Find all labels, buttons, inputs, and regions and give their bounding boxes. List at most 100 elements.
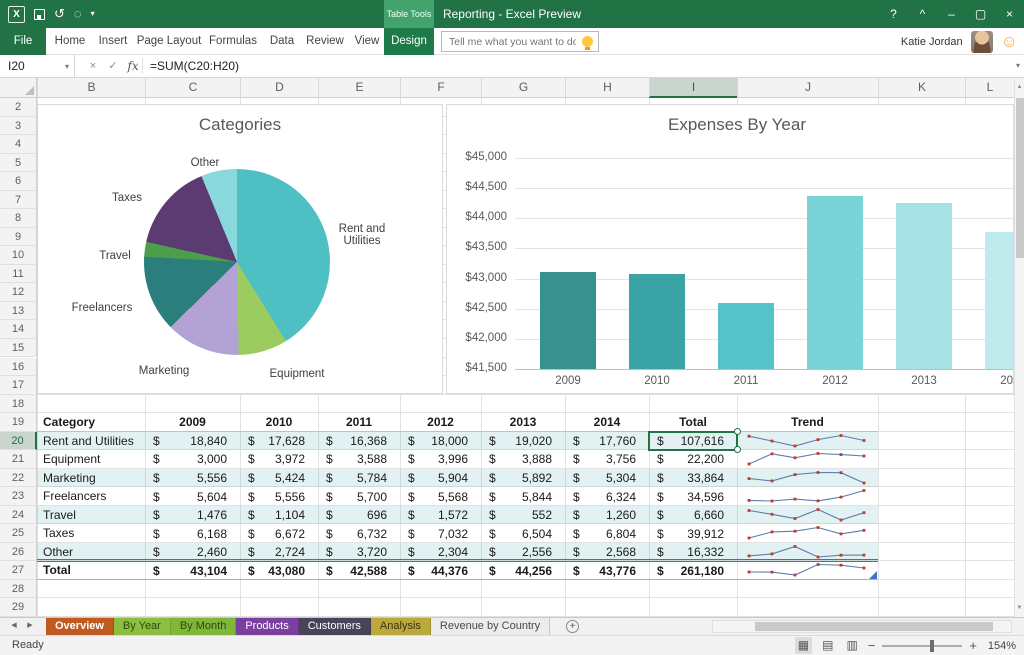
ribbon-tab-data[interactable]: Data bbox=[264, 28, 300, 55]
cell-E21[interactable]: $3,588 bbox=[318, 450, 400, 469]
sparkline-row-24[interactable] bbox=[737, 506, 878, 525]
row-header-4[interactable]: 4 bbox=[0, 135, 37, 154]
cell-B23[interactable]: Freelancers bbox=[43, 487, 145, 506]
row-header-6[interactable]: 6 bbox=[0, 172, 37, 191]
cell-H21[interactable]: $3,756 bbox=[565, 450, 649, 469]
column-header-F[interactable]: F bbox=[400, 78, 481, 98]
cell-E27[interactable]: $42,588 bbox=[318, 561, 400, 580]
cell-I26[interactable]: $16,332 bbox=[649, 543, 737, 562]
name-box-dropdown-icon[interactable]: ▾ bbox=[65, 62, 74, 71]
vertical-scrollbar-thumb[interactable] bbox=[1016, 98, 1024, 258]
ribbon-tab-file[interactable]: File bbox=[0, 28, 46, 55]
bar-chart-panel[interactable]: Expenses By Year$45,000$44,500$44,000$43… bbox=[446, 104, 1014, 394]
cancel-icon[interactable]: × bbox=[84, 55, 102, 77]
selection-handle-top-right[interactable] bbox=[734, 428, 741, 435]
row-header-2[interactable]: 2 bbox=[0, 98, 37, 117]
row-header-11[interactable]: 11 bbox=[0, 265, 37, 284]
cell-E22[interactable]: $5,784 bbox=[318, 469, 400, 488]
sheet-tab-revenue-by-country[interactable]: Revenue by Country bbox=[431, 618, 550, 635]
add-sheet-button[interactable]: + bbox=[566, 620, 579, 633]
cell-D20[interactable]: $17,628 bbox=[240, 432, 318, 451]
restore-icon[interactable]: ▢ bbox=[966, 0, 995, 28]
ribbon-tab-formulas[interactable]: Formulas bbox=[204, 28, 262, 55]
ribbon-tab-design[interactable]: Design bbox=[384, 28, 434, 55]
sparkline-row-20[interactable] bbox=[737, 432, 878, 451]
horizontal-scrollbar[interactable] bbox=[712, 620, 1012, 633]
sparkline-row-25[interactable] bbox=[737, 524, 878, 543]
cell-D24[interactable]: $1,104 bbox=[240, 506, 318, 525]
ribbon-display-options-icon[interactable]: ^ bbox=[908, 0, 937, 28]
touch-mode-icon[interactable]: ◌ bbox=[74, 0, 82, 28]
column-header-D[interactable]: D bbox=[240, 78, 318, 98]
cell-I27[interactable]: $261,180 bbox=[649, 561, 737, 580]
zoom-slider[interactable] bbox=[882, 645, 962, 647]
row-header-17[interactable]: 17 bbox=[0, 376, 37, 395]
row-header-25[interactable]: 25 bbox=[0, 524, 37, 543]
cell-D21[interactable]: $3,972 bbox=[240, 450, 318, 469]
row-header-7[interactable]: 7 bbox=[0, 191, 37, 210]
row-header-13[interactable]: 13 bbox=[0, 302, 37, 321]
cell-D25[interactable]: $6,672 bbox=[240, 524, 318, 543]
cell-D26[interactable]: $2,724 bbox=[240, 543, 318, 562]
cell-C21[interactable]: $3,000 bbox=[145, 450, 240, 469]
formula-bar-expand-icon[interactable]: ▾ bbox=[1016, 55, 1020, 77]
cell-F23[interactable]: $5,568 bbox=[400, 487, 481, 506]
zoom-level[interactable]: 154% bbox=[984, 640, 1016, 652]
cell-G21[interactable]: $3,888 bbox=[481, 450, 565, 469]
cell-F20[interactable]: $18,000 bbox=[400, 432, 481, 451]
row-header-15[interactable]: 15 bbox=[0, 339, 37, 358]
cell-F25[interactable]: $7,032 bbox=[400, 524, 481, 543]
row-header-10[interactable]: 10 bbox=[0, 246, 37, 265]
tell-me-box[interactable] bbox=[441, 31, 599, 52]
row-header-9[interactable]: 9 bbox=[0, 228, 37, 247]
cell-B21[interactable]: Equipment bbox=[43, 450, 145, 469]
cell-F22[interactable]: $5,904 bbox=[400, 469, 481, 488]
cell-C25[interactable]: $6,168 bbox=[145, 524, 240, 543]
row-header-12[interactable]: 12 bbox=[0, 283, 37, 302]
column-header-G[interactable]: G bbox=[481, 78, 565, 98]
ribbon-tab-page-layout[interactable]: Page Layout bbox=[136, 28, 202, 55]
ribbon-tab-home[interactable]: Home bbox=[50, 28, 90, 55]
formula-input[interactable]: =SUM(C20:H20) bbox=[150, 55, 239, 77]
cell-H22[interactable]: $5,304 bbox=[565, 469, 649, 488]
cell-I25[interactable]: $39,912 bbox=[649, 524, 737, 543]
cell-F21[interactable]: $3,996 bbox=[400, 450, 481, 469]
sparkline-row-21[interactable] bbox=[737, 450, 878, 469]
sheet-tab-by-month[interactable]: By Month bbox=[171, 618, 236, 635]
tell-me-input[interactable] bbox=[447, 35, 578, 49]
column-header-K[interactable]: K bbox=[878, 78, 965, 98]
ribbon-tab-insert[interactable]: Insert bbox=[92, 28, 134, 55]
horizontal-scrollbar-thumb[interactable] bbox=[755, 622, 993, 631]
cell-H23[interactable]: $6,324 bbox=[565, 487, 649, 506]
sparkline-total-row[interactable] bbox=[737, 561, 878, 580]
enter-icon[interactable]: ✓ bbox=[104, 55, 122, 77]
zoom-slider-thumb[interactable] bbox=[930, 640, 934, 652]
cell-C24[interactable]: $1,476 bbox=[145, 506, 240, 525]
normal-view-icon[interactable]: ▦ bbox=[795, 637, 812, 654]
cell-D22[interactable]: $5,424 bbox=[240, 469, 318, 488]
row-header-27[interactable]: 27 bbox=[0, 561, 37, 580]
column-header-I[interactable]: I bbox=[649, 78, 737, 98]
cell-G26[interactable]: $2,556 bbox=[481, 543, 565, 562]
scroll-down-icon[interactable]: ▼ bbox=[1015, 601, 1024, 615]
column-header-H[interactable]: H bbox=[565, 78, 649, 98]
cell-B20[interactable]: Rent and Utilities bbox=[43, 432, 145, 451]
sheet-tab-analysis[interactable]: Analysis bbox=[371, 618, 431, 635]
cell-G25[interactable]: $6,504 bbox=[481, 524, 565, 543]
sheet-nav-right-icon[interactable]: ▶ bbox=[22, 618, 38, 635]
pie-chart-panel[interactable]: CategoriesRent and UtilitiesEquipmentMar… bbox=[37, 104, 443, 394]
sparkline-row-23[interactable] bbox=[737, 487, 878, 506]
cell-H26[interactable]: $2,568 bbox=[565, 543, 649, 562]
cell-I24[interactable]: $6,660 bbox=[649, 506, 737, 525]
cell-E26[interactable]: $3,720 bbox=[318, 543, 400, 562]
zoom-in-icon[interactable]: + bbox=[969, 638, 977, 653]
smiley-feedback-icon[interactable]: ☺ bbox=[1001, 28, 1018, 55]
cell-F27[interactable]: $44,376 bbox=[400, 561, 481, 580]
user-avatar[interactable] bbox=[971, 31, 993, 53]
sheet-nav-left-icon[interactable]: ◀ bbox=[6, 618, 22, 635]
cell-D23[interactable]: $5,556 bbox=[240, 487, 318, 506]
user-name[interactable]: Katie Jordan bbox=[901, 36, 963, 48]
row-header-26[interactable]: 26 bbox=[0, 543, 37, 562]
cell-F24[interactable]: $1,572 bbox=[400, 506, 481, 525]
ribbon-tab-review[interactable]: Review bbox=[302, 28, 348, 55]
